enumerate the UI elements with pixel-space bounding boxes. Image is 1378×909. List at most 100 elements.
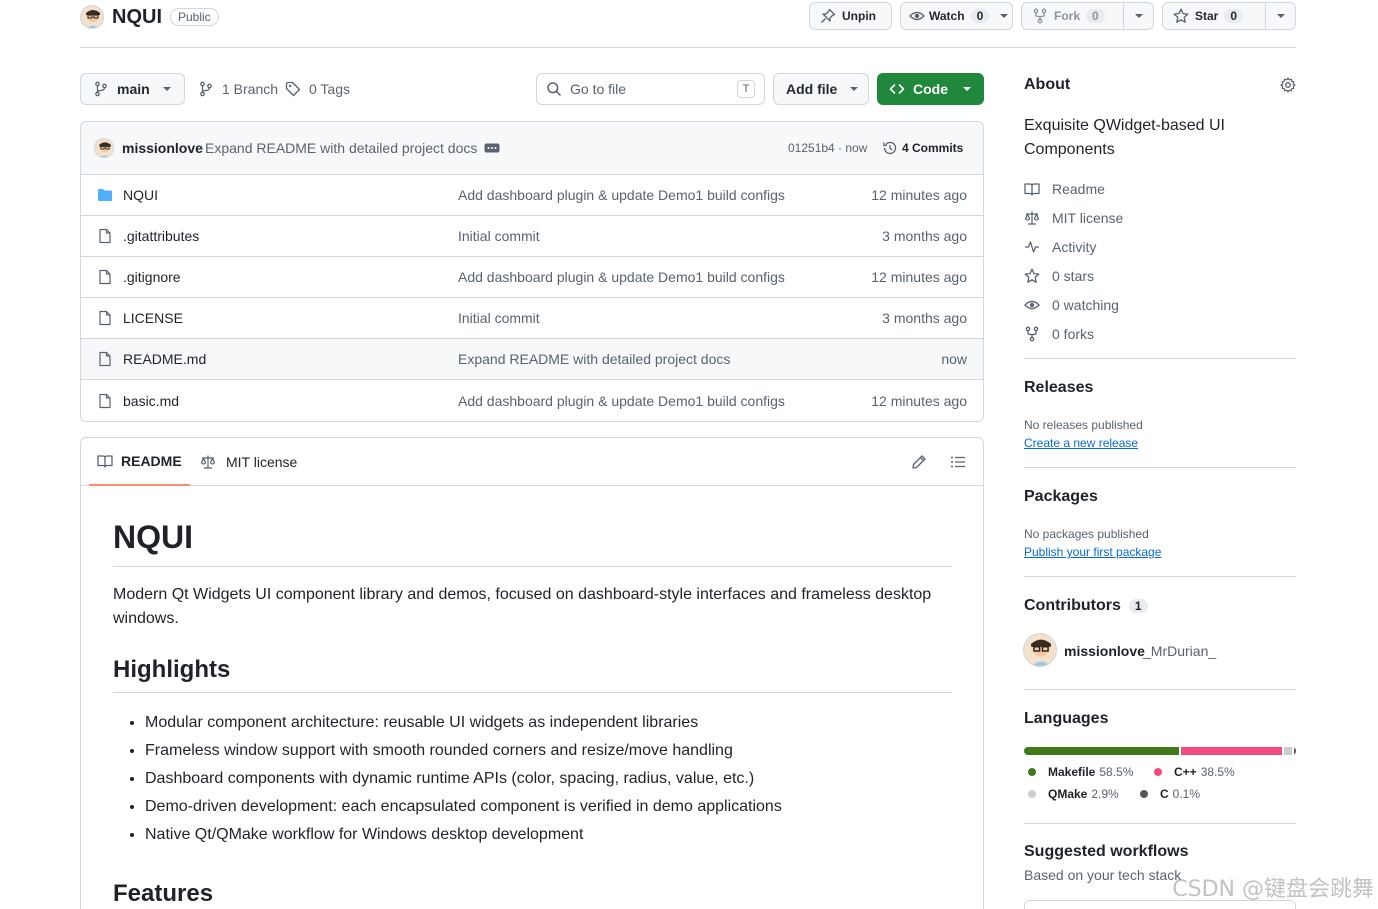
- file-name[interactable]: LICENSE: [123, 310, 183, 326]
- commit-author-avatar[interactable]: [94, 138, 114, 158]
- readme-link[interactable]: Readme: [1024, 174, 1296, 203]
- file-row[interactable]: basic.md Add dashboard plugin & update D…: [81, 380, 983, 421]
- language-item[interactable]: Makefile 58.5%: [1028, 765, 1133, 779]
- file-row[interactable]: README.md Expand README with detailed pr…: [81, 339, 983, 380]
- divider: [1024, 467, 1296, 468]
- contributor-name: _MrDurian_: [1143, 643, 1217, 659]
- language-bar-segment: [1284, 747, 1292, 755]
- chevron-down-icon: [999, 11, 1009, 21]
- watching-link[interactable]: 0 watching: [1024, 290, 1296, 319]
- stars-link[interactable]: 0 stars: [1024, 261, 1296, 290]
- contributors-header[interactable]: Contributors 1: [1024, 597, 1148, 615]
- tag-count: 0 Tags: [309, 81, 350, 97]
- packages-heading[interactable]: Packages: [1024, 488, 1098, 506]
- file-name[interactable]: basic.md: [123, 393, 179, 409]
- forks-link[interactable]: 0 forks: [1024, 319, 1296, 348]
- file-row[interactable]: NQUI Add dashboard plugin & update Demo1…: [81, 175, 983, 216]
- divider: [1024, 358, 1296, 359]
- repo-name[interactable]: NQUI: [112, 6, 162, 29]
- watching-count: 0 watching: [1052, 296, 1119, 313]
- license-link[interactable]: MIT license: [1024, 203, 1296, 232]
- branch-icon: [198, 81, 214, 97]
- language-item[interactable]: C++ 38.5%: [1154, 765, 1235, 779]
- star-dropdown-icon[interactable]: [1265, 3, 1295, 29]
- pin-icon: [820, 8, 836, 24]
- file-icon: [97, 393, 113, 409]
- language-dot: [1154, 768, 1162, 776]
- file-commit-message[interactable]: Initial commit: [458, 310, 540, 326]
- unpin-button[interactable]: Unpin: [809, 2, 892, 30]
- stars-count: 0 stars: [1052, 267, 1095, 284]
- commit-hash[interactable]: 01251b4: [788, 141, 835, 155]
- contributor-avatar[interactable]: [1023, 633, 1057, 667]
- gear-icon[interactable]: [1280, 77, 1296, 93]
- latest-commit-bar: missionlove Expand README with detailed …: [81, 122, 983, 175]
- language-bar-segment: [1180, 747, 1283, 755]
- file-commit-message[interactable]: Add dashboard plugin & update Demo1 buil…: [458, 187, 785, 203]
- file-commit-message[interactable]: Expand README with detailed project docs: [458, 351, 730, 367]
- commits-link[interactable]: 4 Commits: [882, 140, 963, 156]
- language-item[interactable]: C 0.1%: [1140, 787, 1200, 801]
- divider: [1024, 689, 1296, 690]
- fork-count: 0: [1086, 9, 1105, 23]
- contributors-count: 1: [1128, 599, 1148, 613]
- language-bar-segment: [1294, 747, 1296, 755]
- go-to-file-input[interactable]: Go to file T: [536, 73, 765, 105]
- file-name[interactable]: .gitignore: [123, 269, 181, 285]
- file-icon: [97, 228, 113, 244]
- readme-title: NQUI: [113, 518, 952, 568]
- create-release-link[interactable]: Create a new release: [1024, 436, 1138, 450]
- history-icon: [882, 140, 898, 156]
- publish-package-link[interactable]: Publish your first package: [1024, 545, 1161, 559]
- owner-avatar[interactable]: [80, 5, 104, 29]
- add-file-button[interactable]: Add file: [773, 73, 869, 105]
- tab-readme[interactable]: README: [89, 438, 190, 486]
- edit-pencil-icon[interactable]: [911, 454, 927, 470]
- star-button[interactable]: Star 0: [1162, 2, 1296, 30]
- divider: [1024, 576, 1296, 577]
- fork-dropdown-icon[interactable]: [1123, 3, 1153, 29]
- languages-heading: Languages: [1024, 710, 1109, 727]
- language-item[interactable]: QMake 2.9%: [1028, 787, 1119, 801]
- add-file-label: Add file: [786, 81, 838, 97]
- ellipsis-icon[interactable]: [484, 142, 500, 154]
- language-percent: 0.1%: [1172, 787, 1201, 801]
- file-commit-message[interactable]: Add dashboard plugin & update Demo1 buil…: [458, 269, 785, 285]
- commit-author[interactable]: missionlove: [122, 140, 203, 156]
- branches-link[interactable]: 1 Branch: [198, 81, 278, 97]
- repo-header: NQUI Public Unpin Watch 0 Fork 0 Star 0: [80, 0, 1296, 48]
- releases-heading[interactable]: Releases: [1024, 379, 1093, 397]
- file-row[interactable]: LICENSE Initial commit 3 months ago: [81, 298, 983, 339]
- about-description: Exquisite QWidget-based UI Components: [1024, 117, 1225, 158]
- file-name[interactable]: README.md: [123, 351, 206, 367]
- list-item: Dashboard components with dynamic runtim…: [145, 765, 952, 793]
- file-name[interactable]: NQUI: [123, 187, 158, 203]
- branch-selector[interactable]: main: [80, 73, 185, 105]
- list-item: Native Qt/QMake workflow for Windows des…: [145, 821, 952, 849]
- file-row[interactable]: .gitignore Add dashboard plugin & update…: [81, 257, 983, 298]
- list-item: Modular component architecture: reusable…: [145, 709, 952, 737]
- watch-button[interactable]: Watch 0: [900, 2, 1013, 30]
- file-commit-message[interactable]: Add dashboard plugin & update Demo1 buil…: [458, 393, 785, 409]
- readme-panel: README MIT license NQUI Modern Qt Widget…: [80, 437, 984, 909]
- commit-message[interactable]: Expand README with detailed project docs: [205, 140, 477, 156]
- readme-link-label: Readme: [1052, 180, 1105, 197]
- language-bar-segment: [1024, 747, 1179, 755]
- packages-empty: No packages published: [1024, 527, 1149, 541]
- fork-button[interactable]: Fork 0: [1021, 2, 1154, 30]
- branch-count: 1 Branch: [222, 81, 279, 97]
- activity-link[interactable]: Activity: [1024, 232, 1296, 261]
- about-heading: About: [1024, 76, 1071, 93]
- language-dot: [1140, 790, 1148, 798]
- file-name[interactable]: .gitattributes: [123, 228, 199, 244]
- file-row[interactable]: .gitattributes Initial commit 3 months a…: [81, 216, 983, 257]
- outline-list-icon[interactable]: [950, 454, 966, 470]
- file-commit-message[interactable]: Initial commit: [458, 228, 540, 244]
- language-name: QMake: [1048, 787, 1088, 801]
- code-button[interactable]: Code: [877, 73, 984, 105]
- tags-link[interactable]: 0 Tags: [285, 81, 350, 97]
- tab-license[interactable]: MIT license: [200, 438, 297, 486]
- releases-empty: No releases published: [1024, 418, 1143, 432]
- language-percent: 58.5%: [1099, 765, 1134, 779]
- contributor-login[interactable]: missionlove: [1064, 643, 1145, 659]
